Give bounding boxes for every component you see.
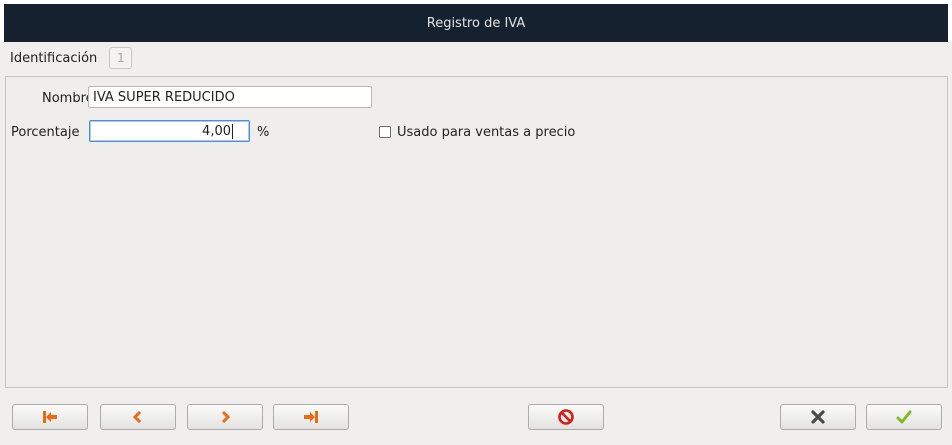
delete-button[interactable]: [528, 404, 604, 430]
usado-ventas-label: Usado para ventas a precio: [397, 124, 576, 140]
title-bar: Registro de IVA: [0, 0, 952, 42]
porcentaje-unit: %: [257, 124, 270, 140]
next-record-button[interactable]: [187, 404, 263, 430]
nombre-label: Nombre: [42, 90, 94, 106]
usado-ventas-checkbox[interactable]: [379, 126, 391, 138]
close-icon: [811, 410, 825, 424]
accept-button[interactable]: [866, 404, 942, 430]
form-panel: Nombre IVA SUPER REDUCIDO Porcentaje 4,0…: [5, 76, 948, 388]
first-record-button[interactable]: [12, 404, 88, 430]
identification-field: 1: [109, 47, 133, 69]
first-record-icon: [43, 411, 57, 423]
no-entry-icon: [558, 409, 574, 425]
nombre-input[interactable]: IVA SUPER REDUCIDO: [88, 86, 372, 108]
porcentaje-label: Porcentaje: [11, 124, 80, 140]
cancel-button[interactable]: [780, 404, 856, 430]
porcentaje-input[interactable]: 4,00: [89, 120, 250, 142]
text-caret: [232, 123, 233, 139]
identification-label: Identificación: [10, 50, 98, 66]
identification-row: Identificación 1: [10, 47, 133, 69]
window-title: Registro de IVA: [4, 4, 948, 42]
last-record-icon: [304, 411, 318, 423]
previous-record-button[interactable]: [100, 404, 176, 430]
last-record-button[interactable]: [273, 404, 349, 430]
usado-ventas-checkbox-wrap[interactable]: Usado para ventas a precio: [379, 121, 575, 143]
checkmark-icon: [896, 410, 912, 424]
porcentaje-value: 4,00: [202, 123, 231, 139]
next-record-icon: [221, 410, 231, 424]
previous-record-icon: [132, 410, 142, 424]
